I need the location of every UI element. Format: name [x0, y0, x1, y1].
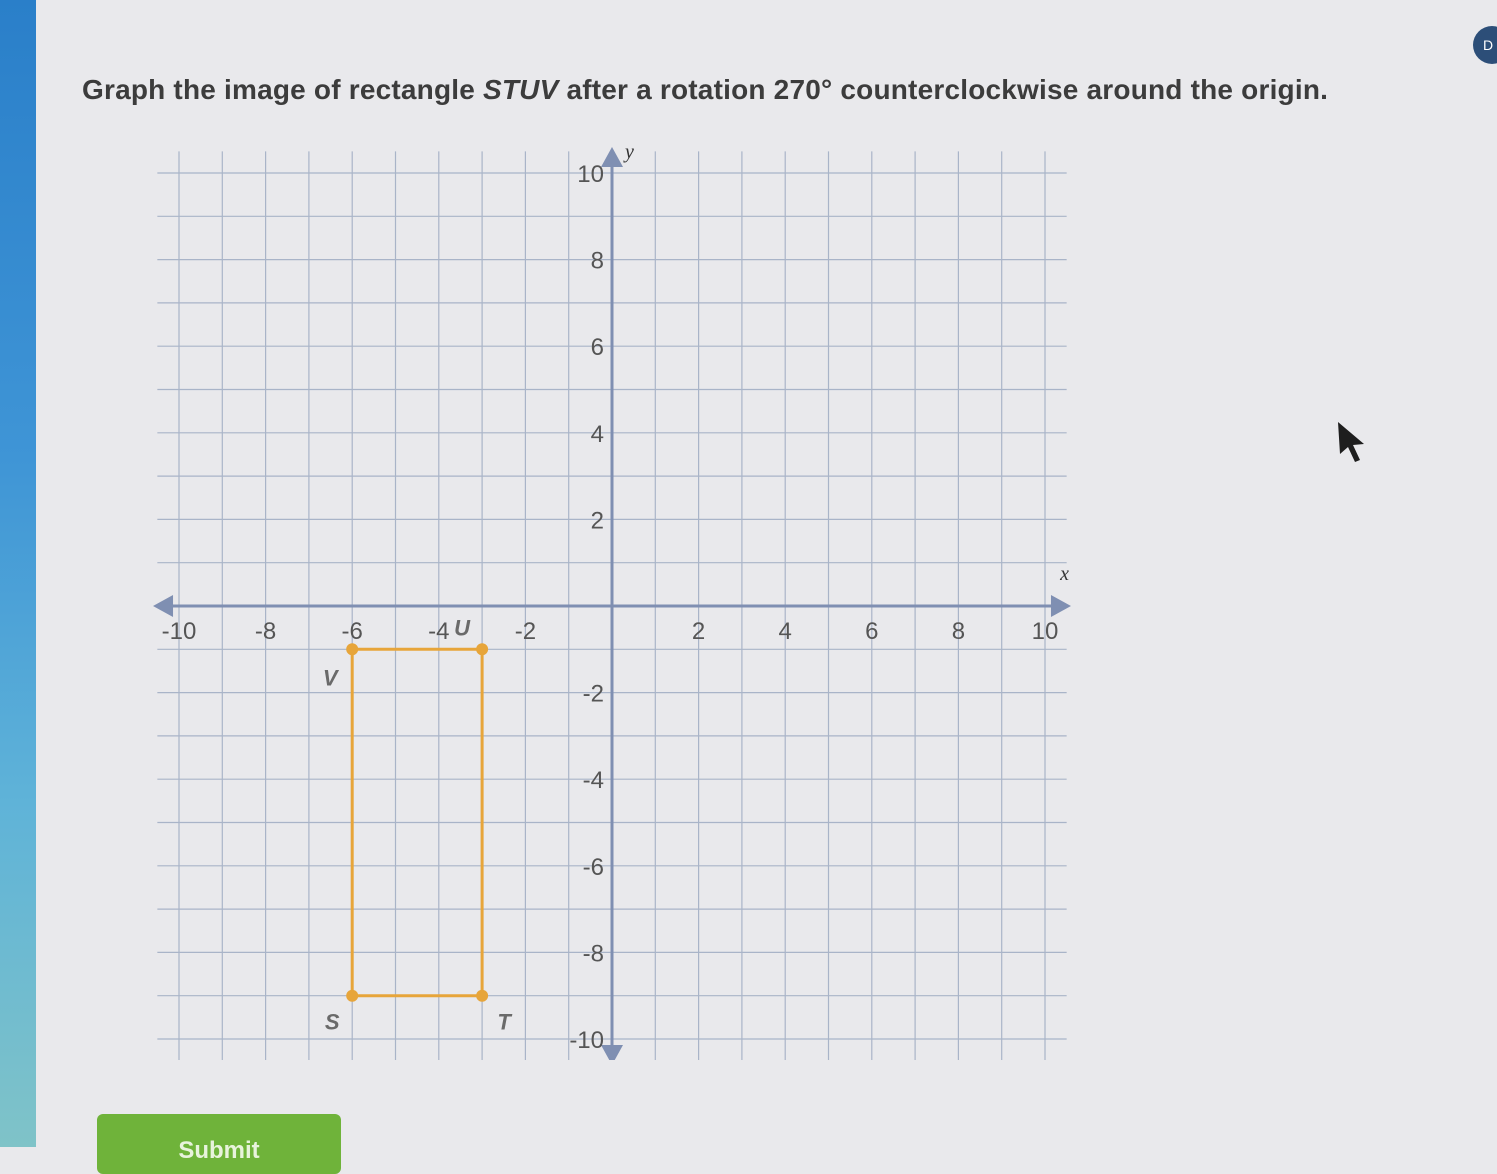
y-axis-label: y — [623, 141, 634, 163]
x-tick-label: 10 — [1032, 618, 1059, 645]
x-tick-label: 2 — [692, 618, 705, 645]
left-window-edge — [0, 0, 36, 1147]
coordinate-plane[interactable]: xy -10 -8 -6 -4 -2 2 4 6 8 10108642-2-4-6-8-10 ST… — [150, 140, 1080, 1060]
vertex-point-u[interactable] — [476, 643, 489, 656]
x-tick-label: 6 — [865, 618, 878, 645]
x-tick-label: 8 — [952, 618, 965, 645]
nav-badge-icon[interactable]: D — [1473, 26, 1497, 64]
submit-button[interactable]: Submit — [97, 1114, 341, 1174]
vertex-label-u: U — [454, 615, 471, 640]
y-tick-label: 10 — [577, 161, 604, 188]
y-axis-arrow-down-icon — [601, 1044, 623, 1060]
y-tick-label: -6 — [583, 854, 604, 881]
vertex-label-s: S — [325, 1010, 340, 1035]
vertex-label-t: T — [497, 1010, 512, 1035]
y-axis-arrow-up-icon — [601, 147, 623, 168]
question-angle: 270° — [773, 74, 833, 105]
question-text: Graph the image of rectangle STUV after … — [82, 74, 1462, 106]
question-shape-name: STUV — [483, 74, 559, 105]
x-axis-label: x — [1059, 563, 1069, 585]
rectangle-stuv[interactable]: S T U V — [323, 615, 513, 1034]
question-prefix: Graph the image of rectangle — [82, 74, 483, 105]
x-axis-arrow-left-icon — [153, 595, 174, 617]
x-tick-label: -2 — [515, 618, 536, 645]
y-tick-label: -10 — [569, 1027, 604, 1054]
question-suffix: counterclockwise around the origin. — [832, 74, 1329, 105]
vertex-label-v: V — [323, 665, 340, 690]
question-middle: after a rotation — [558, 74, 774, 105]
y-tick-label: -8 — [583, 940, 604, 967]
y-tick-label: 8 — [591, 248, 604, 275]
x-tick-label: -4 — [428, 618, 449, 645]
vertex-point-s[interactable] — [346, 989, 359, 1002]
vertex-point-v[interactable] — [346, 643, 359, 656]
mouse-pointer-icon — [1338, 422, 1364, 462]
y-tick-label: -2 — [583, 681, 604, 708]
y-tick-label: 4 — [591, 421, 604, 448]
x-axis-arrow-right-icon — [1050, 595, 1071, 617]
x-tick-label: -6 — [342, 618, 363, 645]
vertex-point-t[interactable] — [476, 989, 489, 1002]
y-tick-label: -4 — [583, 767, 604, 794]
y-tick-label: 6 — [591, 334, 604, 361]
x-tick-label: -8 — [255, 618, 276, 645]
x-tick-label: 4 — [779, 618, 792, 645]
axes: xy — [153, 141, 1071, 1060]
y-tick-label: 2 — [591, 507, 604, 534]
x-tick-label: -10 — [162, 618, 197, 645]
